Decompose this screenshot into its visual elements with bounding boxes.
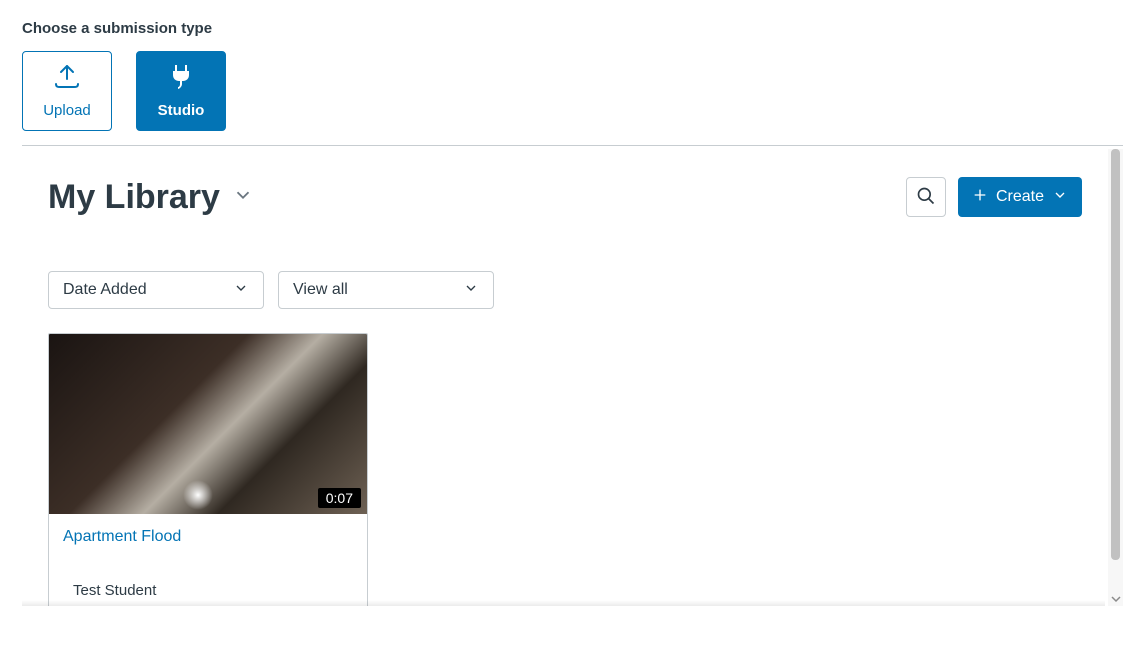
media-title[interactable]: Apartment Flood <box>63 528 353 546</box>
page-title: My Library <box>48 178 220 217</box>
plug-icon <box>167 63 195 96</box>
tab-studio-label: Studio <box>158 102 205 119</box>
chevron-down-icon <box>233 280 249 301</box>
chevron-down-icon <box>1052 187 1068 208</box>
create-button[interactable]: Create <box>958 177 1082 217</box>
view-filter-label: View all <box>293 281 348 299</box>
filters-row: Date Added View all <box>48 271 1082 309</box>
search-button[interactable] <box>906 177 946 217</box>
sort-select-label: Date Added <box>63 281 147 299</box>
create-button-label: Create <box>996 188 1044 206</box>
sort-select[interactable]: Date Added <box>48 271 264 309</box>
submission-type-tabs: Upload Studio <box>22 51 1123 131</box>
library-header: My Library Create <box>48 177 1082 217</box>
media-duration: 0:07 <box>318 488 361 508</box>
scrollbar[interactable] <box>1108 149 1123 606</box>
bottom-shadow <box>22 600 1105 606</box>
tab-upload-label: Upload <box>43 102 91 119</box>
media-thumbnail[interactable]: 0:07 <box>49 334 367 514</box>
chevron-down-icon <box>232 184 254 211</box>
studio-embed-frame: My Library Create <box>22 149 1123 606</box>
media-grid: 0:07 Apartment Flood Test Student <box>48 333 1082 606</box>
tab-upload[interactable]: Upload <box>22 51 112 131</box>
submission-type-heading: Choose a submission type <box>22 20 1123 37</box>
media-author: Test Student <box>63 582 353 599</box>
plus-icon <box>972 187 988 208</box>
library-title-dropdown[interactable]: My Library <box>48 178 254 217</box>
scrollbar-thumb[interactable] <box>1111 149 1120 560</box>
divider <box>22 145 1123 146</box>
scrollbar-down-button[interactable] <box>1108 592 1123 606</box>
tab-studio[interactable]: Studio <box>136 51 226 131</box>
upload-icon <box>51 63 83 96</box>
media-card[interactable]: 0:07 Apartment Flood Test Student <box>48 333 368 606</box>
search-icon <box>916 186 936 209</box>
view-filter-select[interactable]: View all <box>278 271 494 309</box>
chevron-down-icon <box>463 280 479 301</box>
